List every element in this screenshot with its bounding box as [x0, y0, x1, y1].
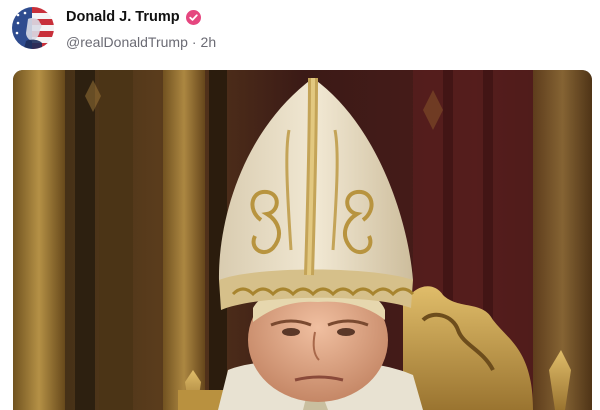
author-meta-row: @realDonaldTrump · 2h — [66, 34, 216, 50]
author-handle[interactable]: @realDonaldTrump — [66, 34, 188, 50]
meta-separator: · — [191, 34, 197, 50]
post-image[interactable] — [13, 70, 592, 410]
post-header: Donald J. Trump @realDonaldTrump · 2h — [0, 0, 600, 62]
author-display-name[interactable]: Donald J. Trump — [66, 9, 180, 25]
verified-badge-icon — [185, 9, 201, 25]
post-image-illustration — [13, 70, 592, 410]
author-name-row: Donald J. Trump — [66, 9, 201, 25]
author-avatar[interactable] — [12, 7, 54, 49]
post-time-ago[interactable]: 2h — [201, 34, 217, 50]
